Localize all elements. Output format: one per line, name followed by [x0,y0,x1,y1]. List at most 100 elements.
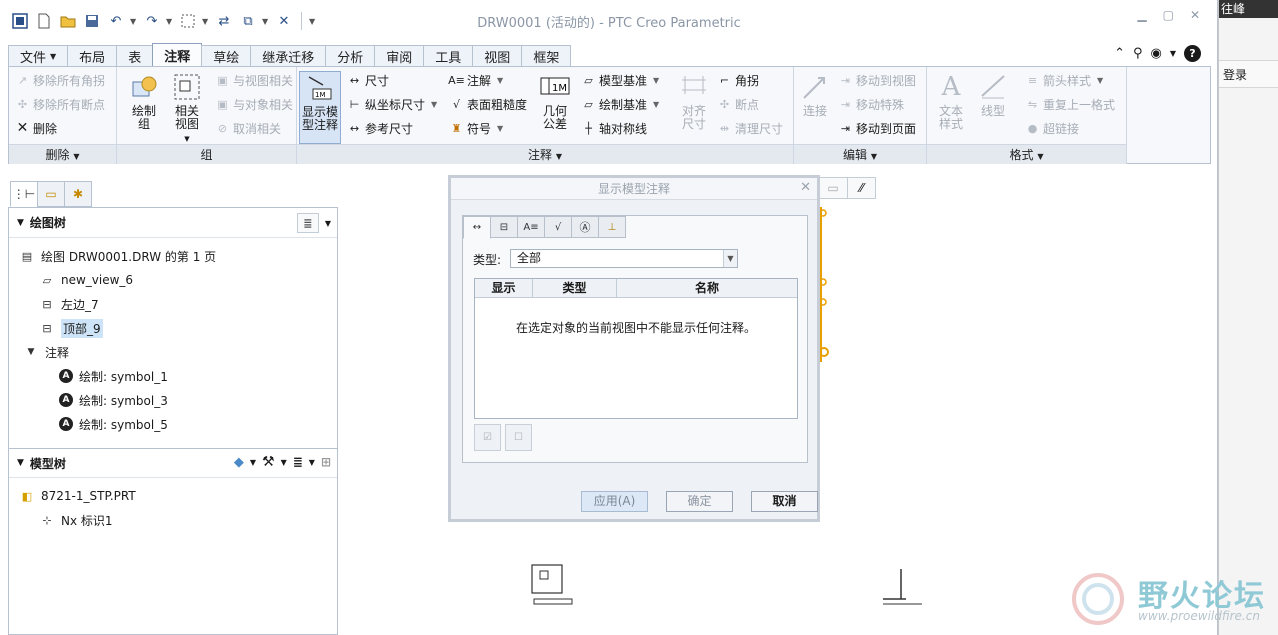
chevron-down-icon[interactable]: ▼ [1170,49,1176,58]
column-header-type[interactable]: 类型 [533,279,617,298]
relate-to-object-button[interactable]: ▣ 与对象相关 [215,94,293,114]
deselect-all-icon[interactable]: ☐ [505,424,532,451]
group-edit-label[interactable]: 编辑 ▼ [794,144,926,164]
ok-button[interactable]: 确定 [666,491,733,512]
chevron-down-icon[interactable]: ▼ [653,100,659,109]
dimension-button[interactable]: ↔ 尺寸 [347,70,389,90]
move-to-sheet-button[interactable]: ⇥ 移动到页面 [838,118,916,138]
related-view-button[interactable]: 相关视图 ▼ [167,71,207,146]
chevron-down-icon[interactable]: ▼ [281,458,287,467]
text-style-button[interactable]: A 文本样式 [931,71,971,131]
tools-hammer-icon[interactable]: ⚒ [262,454,275,470]
chevron-down-icon[interactable]: ▼ [325,219,331,228]
tab-geometric-tolerances[interactable]: ⊟ [490,216,518,238]
cancel-button[interactable]: 取消 [751,491,818,512]
page-icon[interactable]: ▭ [819,178,847,198]
draw-group-button[interactable]: 绘制组 [125,71,163,131]
tab-symbols[interactable]: Ⓐ [571,216,599,238]
tree-item-view[interactable]: ⊟ 左边_7 [39,294,98,314]
tab-sketch[interactable]: 草绘 [201,45,252,66]
surface-finish-button[interactable]: √ 表面粗糙度 [449,94,527,114]
note-button[interactable]: A≡ 注解 ▼ [448,70,503,90]
select-all-icon[interactable]: ☑ [474,424,501,451]
connect-button[interactable]: 连接 [798,71,832,118]
move-special-button[interactable]: ⇥ 移动特殊 [838,94,904,114]
unrelate-button[interactable]: ⊘ 取消相关 [215,118,281,138]
search-icon[interactable]: ⚲ [1133,46,1143,61]
tab-surface-finish[interactable]: √ [544,216,572,238]
arrow-style-button[interactable]: ≡ 箭头样式 ▼ [1025,70,1103,90]
move-to-view-button[interactable]: ⇥ 移动到视图 [838,70,916,90]
dimension-scale-icon[interactable]: ⁄⁄ [847,178,875,198]
reference-dimension-button[interactable]: ↔ 参考尺寸 [347,118,413,138]
hyperlink-button[interactable]: ● 超链接 [1025,118,1079,138]
tree-item-annotations[interactable]: ▼ 注释 [23,342,69,362]
column-header-name[interactable]: 名称 [617,279,797,298]
relate-to-view-button[interactable]: ▣ 与视图相关 [215,70,293,90]
line-style-button[interactable]: 线型 [975,71,1011,118]
tab-dimensions[interactable]: ↔ [463,216,491,239]
chevron-down-icon[interactable]: ▼ [653,76,659,85]
tree-item-view[interactable]: ▱ new_view_6 [39,270,133,290]
tree-item-symbol[interactable]: A 绘制: symbol_1 [59,366,168,386]
group-delete-label[interactable]: 删除 ▼ [9,144,116,164]
collapse-triangle-icon[interactable]: ▼ [17,218,24,228]
tree-settings-icon[interactable]: ≣ [296,213,319,233]
tree-filter-icon[interactable]: ⊞ [321,455,331,469]
tab-file[interactable]: 文件 ▼ [8,45,69,66]
tab-frame[interactable]: 框架 [521,45,572,66]
close-icon[interactable]: ✕ [800,180,811,195]
tree-item-symbol[interactable]: A 绘制: symbol_3 [59,390,168,410]
tab-notes[interactable]: A≡ [517,216,545,238]
tab-tools[interactable]: 工具 [423,45,474,66]
show-icon[interactable]: ◆ [234,455,244,470]
remove-all-jogs-button[interactable]: ↗ 移除所有角拐 [15,70,105,90]
tab-model-tree[interactable]: ⋮⊢ [10,181,38,207]
delete-button[interactable]: ✕ 删除 [15,118,57,138]
tree-item-part[interactable]: ◧ 8721-1_STP.PRT [19,486,136,506]
chevron-down-icon[interactable]: ▼ [1097,76,1103,85]
column-header-display[interactable]: 显示 [475,279,533,298]
tab-favorites[interactable]: ✱ [64,181,92,207]
chevron-down-icon[interactable]: ▼ [497,124,503,133]
align-dimensions-button[interactable]: 对齐尺寸 [677,71,711,131]
group-format-label[interactable]: 格式 ▼ [927,144,1126,164]
show-model-annotations-button[interactable]: 1M 显示模型注释 [299,71,341,144]
maximize-icon[interactable]: ▢ [1163,8,1174,30]
tab-view[interactable]: 视图 [472,45,523,66]
symbol-button[interactable]: ♜ 符号 ▼ [449,118,504,138]
tab-annotate[interactable]: 注释 [152,43,203,66]
minimize-icon[interactable]: ▁ [1137,8,1146,30]
close-icon[interactable]: ✕ [1190,8,1200,30]
jog-button[interactable]: ⌐ 角拐 [717,70,759,90]
tab-folder-browser[interactable]: ▭ [37,181,65,207]
chevron-down-icon[interactable]: ▼ [431,100,437,109]
cleanup-dimensions-button[interactable]: ⇹ 清理尺寸 [717,118,783,138]
tree-item-view-selected[interactable]: ⊟ 顶部_9 [39,318,103,338]
tab-legacy-migration[interactable]: 继承迁移 [250,45,327,66]
repeat-last-format-button[interactable]: ⇋ 重复上一格式 [1025,94,1115,114]
collapse-ribbon-icon[interactable]: ⌃ [1114,46,1125,61]
model-datum-button[interactable]: ▱ 模型基准 ▼ [581,70,659,90]
tab-datums[interactable]: ⊥ [598,216,626,238]
tab-review[interactable]: 审阅 [374,45,425,66]
tab-analysis[interactable]: 分析 [325,45,376,66]
draft-datum-button[interactable]: ▱ 绘制基准 ▼ [581,94,659,114]
chevron-down-icon[interactable]: ▼ [723,250,737,267]
tree-item-feature[interactable]: ⊹ Nx 标识1 [39,510,112,530]
type-select[interactable]: 全部 ▼ [510,249,738,268]
tree-item-sheet[interactable]: ▤ 绘图 DRW0001.DRW 的第 1 页 [19,246,216,266]
chevron-down-icon[interactable]: ▼ [250,458,256,467]
model-tree-header[interactable]: ▼ 模型树 ◆ ▼ ⚒ ▼ ≣ ▼ ⊞ [9,448,337,478]
collapse-triangle-icon[interactable]: ▼ [17,458,24,468]
break-button[interactable]: ✣ 断点 [717,94,759,114]
axis-symmetry-button[interactable]: ┼ 轴对称线 [581,118,647,138]
chevron-down-icon[interactable]: ▼ [309,458,315,467]
tab-table[interactable]: 表 [116,45,154,66]
group-annotation-label[interactable]: 注释 ▼ [297,144,793,164]
geometric-tolerance-button[interactable]: 1M 几何公差 [535,71,575,131]
tree-settings-icon[interactable]: ≣ [293,455,303,469]
tab-layout[interactable]: 布局 [67,45,118,66]
help-icon[interactable]: ? [1184,44,1201,62]
drawing-tree-header[interactable]: ▼ 绘图树 ≣ ▼ [9,208,337,238]
